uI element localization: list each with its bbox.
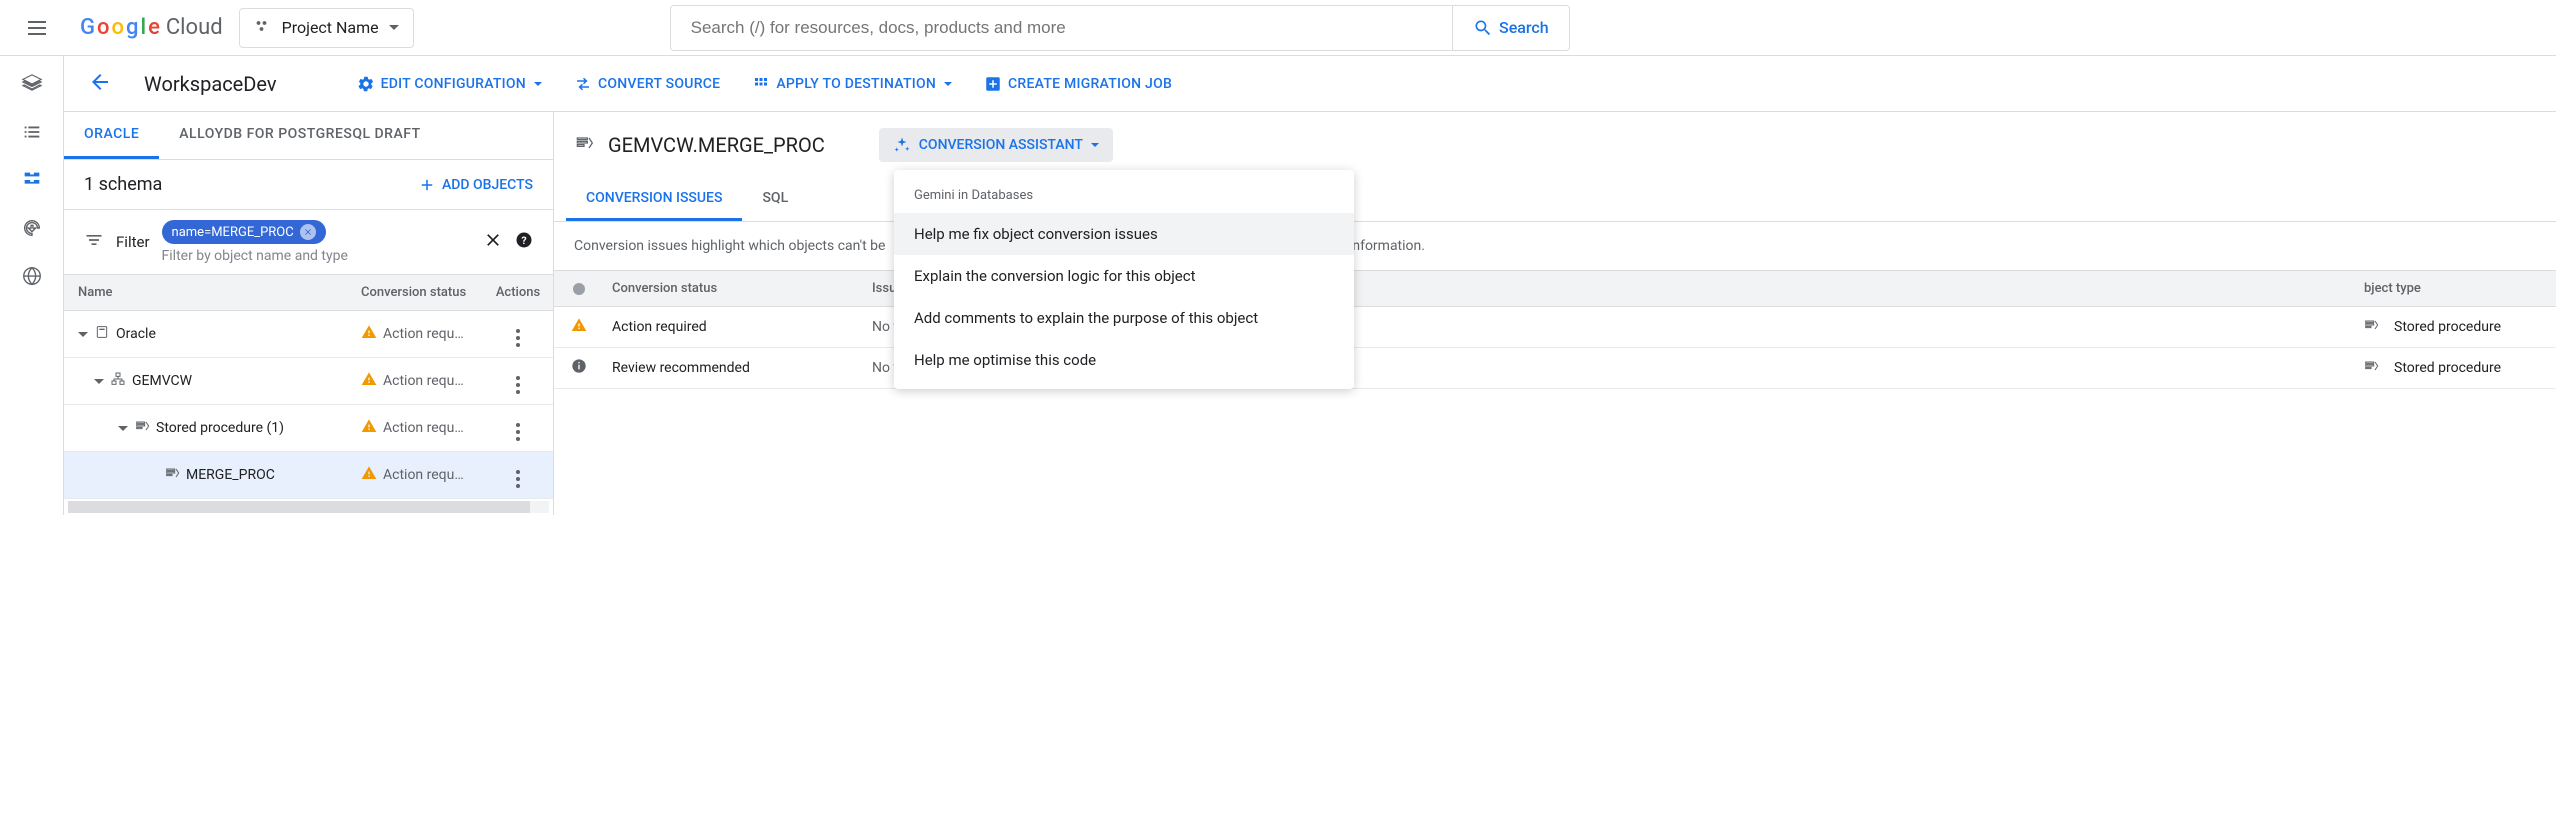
plus-icon	[418, 176, 436, 194]
tree-header: Name Conversion status Actions	[64, 275, 553, 311]
dropdown-item-explain-logic[interactable]: Explain the conversion logic for this ob…	[894, 255, 1354, 297]
help-icon[interactable]: ?	[515, 231, 533, 253]
tab-sql[interactable]: SQL	[742, 178, 808, 221]
more-vert-icon	[516, 423, 520, 441]
th-name: Name	[64, 275, 353, 310]
search-icon	[1473, 18, 1493, 38]
search-box: Search	[670, 5, 1570, 51]
database-icon	[94, 324, 110, 344]
workspace-title: WorkspaceDev	[144, 72, 277, 96]
dropdown-item-optimise[interactable]: Help me optimise this code	[894, 339, 1354, 381]
filter-icon	[84, 230, 104, 254]
chevron-down-icon	[389, 25, 399, 30]
tree-row-merge-proc[interactable]: MERGE_PROC Action requ…	[64, 452, 553, 499]
bullet-icon	[573, 283, 585, 295]
procedure-icon	[574, 133, 594, 157]
row-actions-menu[interactable]	[483, 311, 553, 357]
procedure-icon	[134, 418, 150, 438]
globe-icon[interactable]	[20, 264, 44, 288]
create-migration-job-button[interactable]: CREATE MIGRATION JOB	[984, 75, 1172, 93]
tree-row-gemvcw[interactable]: GEMVCW Action requ…	[64, 358, 553, 405]
search-input[interactable]	[671, 18, 1452, 38]
tree-row-oracle[interactable]: Oracle Action requ…	[64, 311, 553, 358]
tab-oracle[interactable]: ORACLE	[64, 112, 159, 159]
issues-description: Conversion issues highlight which object…	[554, 222, 2556, 270]
row-actions-menu[interactable]	[483, 452, 553, 498]
convert-icon	[574, 75, 592, 93]
convert-source-button[interactable]: CONVERT SOURCE	[574, 75, 720, 93]
chevron-down-icon[interactable]	[118, 426, 128, 431]
warning-icon	[361, 465, 377, 485]
procedure-icon	[2363, 317, 2379, 337]
project-icon	[254, 17, 272, 39]
menu-icon[interactable]	[16, 4, 64, 52]
row-actions-menu[interactable]	[483, 405, 553, 451]
issues-table-header: Conversion status Issu bject type	[554, 270, 2556, 307]
chevron-down-icon	[944, 82, 952, 86]
more-vert-icon	[516, 376, 520, 394]
tab-conversion-issues[interactable]: CONVERSION ISSUES	[566, 178, 742, 221]
gear-icon	[357, 75, 375, 93]
project-selector[interactable]: Project Name	[239, 8, 414, 48]
procedure-icon	[2363, 358, 2379, 378]
import-icon[interactable]	[20, 216, 44, 240]
svg-text:?: ?	[521, 234, 526, 247]
grid-icon	[752, 75, 770, 93]
back-button[interactable]	[88, 70, 112, 98]
horizontal-scrollbar[interactable]	[68, 501, 549, 513]
filter-chip[interactable]: name=MERGE_PROC	[162, 220, 326, 244]
plus-box-icon	[984, 75, 1002, 93]
top-header: Google Cloud Project Name Search	[0, 0, 2556, 56]
th-status: Conversion status	[353, 275, 483, 310]
chip-remove-icon[interactable]	[300, 224, 316, 240]
workspace-icon[interactable]	[20, 168, 44, 192]
schema-icon	[110, 371, 126, 391]
sparkle-icon	[893, 136, 911, 154]
left-panel: ORACLE ALLOYDB FOR POSTGRESQL DRAFT 1 sc…	[64, 112, 554, 515]
layers-icon[interactable]	[20, 72, 44, 96]
info-icon	[571, 358, 587, 378]
filter-label: Filter	[116, 233, 150, 251]
dropdown-item-add-comments[interactable]: Add comments to explain the purpose of t…	[894, 297, 1354, 339]
chevron-down-icon[interactable]	[78, 332, 88, 337]
chevron-down-icon[interactable]	[94, 379, 104, 384]
issue-row[interactable]: Review recommended No t Stored procedure	[554, 348, 2556, 389]
warning-icon	[361, 371, 377, 391]
left-nav-rail	[0, 56, 64, 515]
warning-icon	[361, 418, 377, 438]
chevron-down-icon	[1091, 143, 1099, 147]
dropdown-header: Gemini in Databases	[894, 178, 1354, 213]
detail-tabs: CONVERSION ISSUES SQL	[554, 178, 2556, 222]
conversion-assistant-menu: Gemini in Databases Help me fix object c…	[894, 170, 1354, 389]
search-button[interactable]: Search	[1452, 6, 1569, 50]
th-actions: Actions	[483, 275, 553, 310]
issue-row[interactable]: Action required No t Stored procedure	[554, 307, 2556, 348]
schema-count: 1 schema	[84, 174, 162, 195]
chevron-down-icon	[534, 82, 542, 86]
clear-filter-button[interactable]	[483, 230, 503, 254]
procedure-icon	[164, 465, 180, 485]
add-objects-button[interactable]: ADD OBJECTS	[418, 176, 533, 194]
warning-icon	[361, 324, 377, 344]
conversion-assistant-button[interactable]: CONVERSION ASSISTANT	[879, 128, 1113, 162]
tab-alloydb[interactable]: ALLOYDB FOR POSTGRESQL DRAFT	[159, 112, 440, 159]
dropdown-item-fix-issues[interactable]: Help me fix object conversion issues	[894, 213, 1354, 255]
project-name: Project Name	[282, 18, 379, 37]
list-icon[interactable]	[20, 120, 44, 144]
more-vert-icon	[516, 470, 520, 488]
source-tabs: ORACLE ALLOYDB FOR POSTGRESQL DRAFT	[64, 112, 553, 160]
object-title: GEMVCW.MERGE_PROC	[608, 133, 825, 157]
tree-row-stored-procedure[interactable]: Stored procedure (1) Action requ…	[64, 405, 553, 452]
apply-to-destination-button[interactable]: APPLY TO DESTINATION	[752, 75, 952, 93]
more-vert-icon	[516, 329, 520, 347]
right-panel: GEMVCW.MERGE_PROC CONVERSION ASSISTANT C…	[554, 112, 2556, 515]
filter-input[interactable]: Filter by object name and type	[162, 248, 471, 264]
action-bar: WorkspaceDev EDIT CONFIGURATION CONVERT …	[64, 56, 2556, 112]
google-cloud-logo[interactable]: Google Cloud	[80, 15, 223, 40]
edit-configuration-button[interactable]: EDIT CONFIGURATION	[357, 75, 542, 93]
warning-icon	[571, 317, 587, 337]
row-actions-menu[interactable]	[483, 358, 553, 404]
